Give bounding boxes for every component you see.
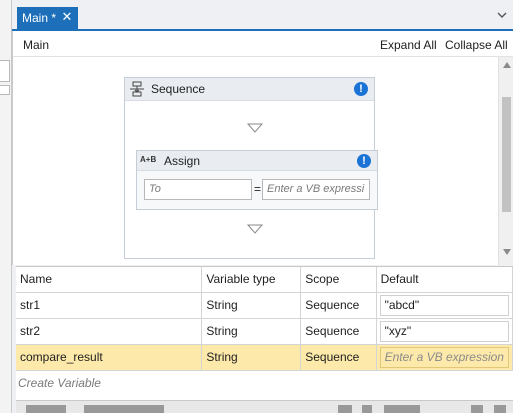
designer-toolbar: Main Expand All Collapse All xyxy=(13,31,513,57)
table-row[interactable]: str1 String Sequence "abcd" xyxy=(16,292,513,319)
workflow-designer: Main Expand All Collapse All Sequence ! xyxy=(12,31,513,265)
drop-target-arrow-icon[interactable] xyxy=(247,224,263,234)
create-variable-link[interactable]: Create Variable xyxy=(18,376,101,390)
assign-equals-sign: = xyxy=(254,182,262,196)
search-icon[interactable] xyxy=(362,405,372,413)
variable-type-cell[interactable]: String xyxy=(201,292,302,319)
variable-scope-cell[interactable]: Sequence xyxy=(300,292,377,319)
scroll-up-icon[interactable] xyxy=(503,62,511,68)
zoom-level[interactable] xyxy=(384,405,420,413)
assign-icon: A+B xyxy=(140,155,157,164)
hand-icon[interactable] xyxy=(338,405,352,413)
assign-title: Assign xyxy=(164,154,201,168)
column-header-default[interactable]: Default xyxy=(376,267,513,293)
chevron-down-icon[interactable] xyxy=(497,10,507,20)
variable-default-cell: "xyz" xyxy=(376,318,513,345)
expand-all-link[interactable]: Expand All xyxy=(380,38,437,52)
variable-default-input[interactable]: Enter a VB expression xyxy=(379,346,509,368)
variable-scope-cell[interactable]: Sequence xyxy=(300,344,377,371)
variable-name-cell[interactable]: str2 xyxy=(16,318,203,345)
vertical-scrollbar[interactable] xyxy=(498,57,513,265)
tab-main-label: Main * xyxy=(22,11,57,25)
column-header-variable-type[interactable]: Variable type xyxy=(201,267,302,293)
variable-name-cell[interactable]: str1 xyxy=(16,292,203,319)
document-tab-bar: Main * ✕ xyxy=(12,0,513,31)
status-bar-item[interactable] xyxy=(26,405,66,413)
sequence-header[interactable]: Sequence ! xyxy=(125,78,374,101)
validation-warning-icon[interactable]: ! xyxy=(354,82,368,96)
column-header-scope[interactable]: Scope xyxy=(300,267,377,293)
breadcrumb[interactable]: Main xyxy=(23,38,49,52)
left-panel-control-small[interactable] xyxy=(0,85,10,95)
sequence-title: Sequence xyxy=(151,82,206,96)
scroll-down-icon[interactable] xyxy=(503,249,511,255)
variables-panel: Name Variable type Scope Default str1 St… xyxy=(16,266,513,413)
drop-target-arrow-icon[interactable] xyxy=(247,123,263,133)
table-row[interactable]: str2 String Sequence "xyz" xyxy=(16,318,513,345)
designer-canvas[interactable]: Sequence ! A+B Assign ! To = Enter a VB … xyxy=(13,57,498,265)
fit-screen-icon[interactable] xyxy=(471,405,483,413)
variables-table: Name Variable type Scope Default str1 St… xyxy=(16,267,513,371)
variable-default-cell: Enter a VB expression xyxy=(376,344,513,371)
assign-header[interactable]: A+B Assign ! xyxy=(137,151,377,171)
variable-default-input[interactable]: "xyz" xyxy=(379,320,509,342)
column-header-name[interactable]: Name xyxy=(16,267,203,293)
variable-name-cell[interactable]: compare_result xyxy=(16,344,203,371)
assign-activity[interactable]: A+B Assign ! To = Enter a VB expressi xyxy=(136,150,378,210)
overview-icon[interactable] xyxy=(494,405,506,413)
left-panel-edge xyxy=(0,0,12,413)
close-icon[interactable]: ✕ xyxy=(60,10,74,24)
assign-to-field[interactable]: To xyxy=(144,179,252,200)
assign-value-field[interactable]: Enter a VB expressi xyxy=(262,179,370,200)
collapse-all-link[interactable]: Collapse All xyxy=(445,38,508,52)
variable-default-input[interactable]: "abcd" xyxy=(379,294,509,316)
validation-warning-icon[interactable]: ! xyxy=(357,154,371,168)
left-panel-control[interactable] xyxy=(0,60,10,82)
sequence-icon xyxy=(130,81,144,97)
status-bar-item[interactable] xyxy=(84,405,164,413)
tab-main[interactable]: Main * ✕ xyxy=(17,7,78,29)
variable-default-cell: "abcd" xyxy=(376,292,513,319)
variable-type-cell[interactable]: String xyxy=(201,318,302,345)
scrollbar-thumb[interactable] xyxy=(502,97,511,212)
bottom-status-bar xyxy=(16,400,513,413)
table-row-selected[interactable]: compare_result String Sequence Enter a V… xyxy=(16,344,513,371)
variable-scope-cell[interactable]: Sequence xyxy=(300,318,377,345)
variable-type-cell[interactable]: String xyxy=(201,344,302,371)
sequence-activity[interactable]: Sequence ! A+B Assign ! To = Enter a VB … xyxy=(124,77,378,259)
